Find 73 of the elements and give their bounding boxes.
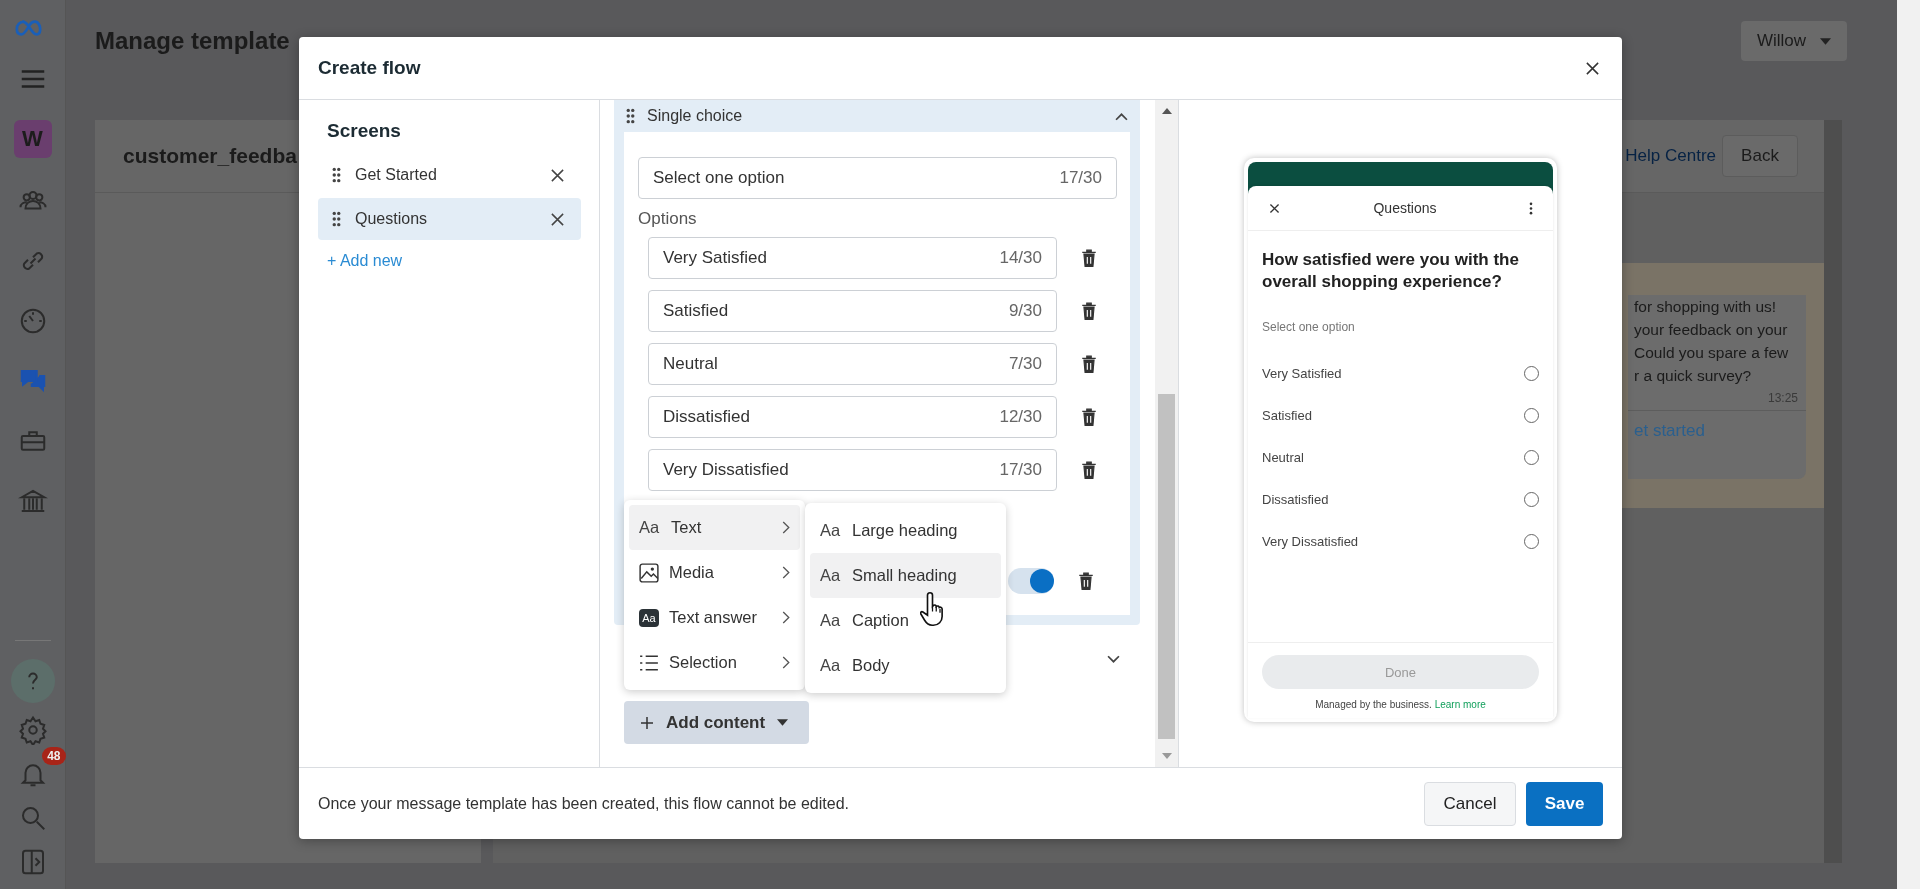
cancel-button[interactable]: Cancel — [1424, 781, 1516, 826]
editor-scrollbar[interactable] — [1155, 100, 1178, 767]
page-scrollbar[interactable] — [1897, 0, 1920, 889]
option-label: Very Dissatisfied — [1262, 533, 1359, 549]
question-text: How satisfied were you with the overall shopping experience? — [1261, 249, 1520, 293]
notification-badge: 48 — [42, 747, 66, 765]
message-text: your feedback on your — [1633, 320, 1789, 340]
scrollbar[interactable] — [1824, 120, 1842, 863]
managed-note: Managed by the business. — [1315, 699, 1432, 710]
section-title: Single choice — [647, 107, 744, 125]
option-field[interactable]: Very Satisfied 14/30 — [648, 237, 1057, 279]
trash-icon[interactable] — [1081, 461, 1097, 479]
menu-item[interactable]: Aa Small heading — [810, 553, 1001, 598]
option-label: Very Satisfied — [1262, 365, 1342, 381]
option-field[interactable]: Dissatisfied 12/30 — [648, 396, 1057, 438]
drag-handle-icon[interactable] — [332, 167, 341, 183]
chevron-right-icon[interactable] — [782, 656, 790, 669]
add-content-button[interactable]: Add content — [624, 701, 809, 744]
option-field[interactable]: Very Dissatisfied 17/30 — [648, 449, 1057, 491]
footer-note: Once your message template has been created, this flow cannot be edited. — [318, 794, 850, 813]
menu-item[interactable]: Aa Caption — [810, 598, 1001, 643]
drag-handle-icon[interactable] — [626, 108, 635, 124]
menu-item[interactable]: Aa Text — [629, 505, 800, 550]
chevron-right-icon[interactable] — [782, 521, 790, 534]
dialog-title: Create flow — [318, 57, 421, 79]
scroll-up-icon[interactable] — [1161, 108, 1172, 114]
text-field-icon[interactable]: Aa — [639, 608, 659, 627]
screens-heading: Screens — [326, 120, 402, 142]
menu-item[interactable]: Aa Large heading — [810, 508, 1001, 553]
close-icon[interactable] — [1585, 60, 1600, 76]
option-label: Neutral — [1262, 449, 1304, 465]
screen-item[interactable]: Get Started — [318, 154, 581, 196]
menu-item[interactable]: Aa Text answer — [629, 595, 800, 640]
trash-icon[interactable] — [1081, 408, 1097, 426]
trash-icon[interactable] — [1081, 249, 1097, 267]
screen-name: Get Started — [355, 166, 438, 184]
option-label: Satisfied — [1262, 407, 1312, 423]
image-icon[interactable] — [639, 562, 659, 583]
hint-text: Select one option — [1261, 319, 1356, 336]
trash-icon[interactable] — [1078, 572, 1094, 590]
menu-item[interactable]: Aa Body — [810, 643, 1001, 688]
learn-more-link[interactable]: Learn more — [1434, 699, 1486, 710]
screen-item[interactable]: Questions — [318, 198, 581, 240]
option-label: Dissatisfied — [1262, 491, 1329, 507]
menu-item[interactable]: Media — [629, 550, 800, 595]
message-text: Could you spare a few — [1633, 343, 1790, 363]
menu-item[interactable]: Selection — [629, 640, 800, 685]
message-text: r a quick survey? — [1633, 366, 1753, 386]
chevron-right-icon[interactable] — [782, 611, 790, 624]
close-icon — [1268, 201, 1281, 215]
collapse-chevron-icon[interactable] — [1115, 111, 1128, 121]
save-button[interactable]: Save — [1526, 781, 1603, 826]
expand-chevron-icon[interactable] — [1107, 654, 1120, 664]
chevron-right-icon[interactable] — [782, 566, 790, 579]
options-heading: Options — [638, 208, 698, 230]
option-field[interactable]: Neutral 7/30 — [648, 343, 1057, 385]
caret-icon[interactable] — [777, 719, 789, 726]
add-screen-link[interactable]: + Add new — [318, 242, 581, 280]
trash-icon[interactable] — [1081, 302, 1097, 320]
page-title: Manage template — [95, 27, 290, 55]
screen-name: Questions — [355, 210, 429, 228]
template-name: customer_feedba — [123, 144, 297, 168]
remove-icon[interactable] — [550, 167, 565, 183]
more-options-icon — [1529, 201, 1533, 215]
trash-icon[interactable] — [1081, 355, 1097, 373]
option-field[interactable]: Satisfied 9/30 — [648, 290, 1057, 332]
screen-title: Questions — [1373, 200, 1437, 216]
label-field[interactable]: Select one option 17/30 — [638, 157, 1117, 199]
drag-handle-icon[interactable] — [332, 211, 341, 227]
plus-icon[interactable] — [640, 715, 654, 730]
remove-icon[interactable] — [550, 211, 565, 227]
toggle-switch[interactable] — [1008, 568, 1054, 594]
message-text: for shopping with us! — [1633, 297, 1778, 317]
